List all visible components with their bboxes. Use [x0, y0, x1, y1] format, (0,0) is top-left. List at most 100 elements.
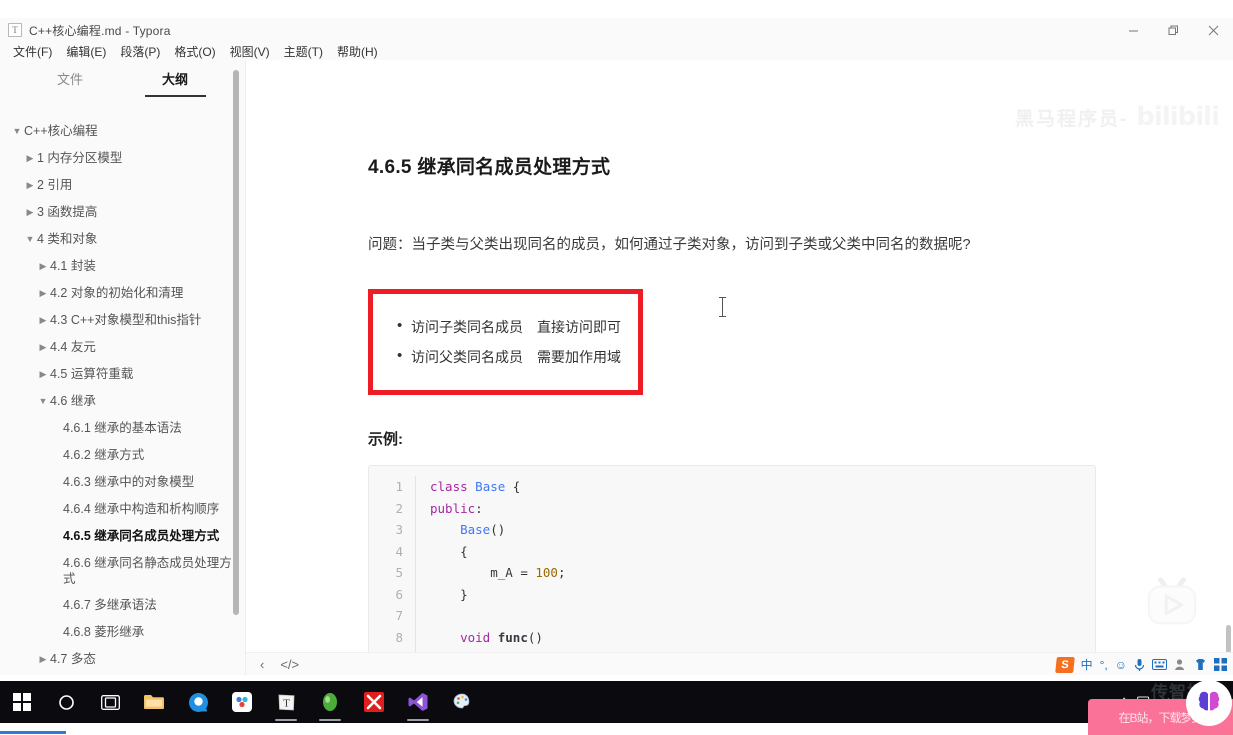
menu-theme[interactable]: 主题(T) — [277, 42, 330, 61]
code-line-number: 5 — [395, 565, 403, 581]
outline-item[interactable]: ▼ C++核心编程 — [0, 118, 246, 145]
outline-item[interactable]: ▶4.6.7 多继承语法 — [0, 592, 246, 619]
outline-item[interactable]: ▶ 3 函数提高 — [0, 199, 246, 226]
minimize-button[interactable] — [1113, 18, 1153, 42]
outline-item[interactable]: ▶4.6.4 继承中构造和析构顺序 — [0, 496, 246, 523]
code-line-number: 4 — [395, 543, 403, 559]
code-line: 5 m_A = 100; — [369, 562, 1095, 584]
chevron-right-icon[interactable]: ▶ — [23, 150, 37, 167]
outline-item[interactable]: ▶4.6.6 继承同名静态成员处理方式 — [0, 550, 246, 592]
menu-file[interactable]: 文件(F) — [6, 42, 59, 61]
chevron-right-icon[interactable]: ▶ — [36, 339, 50, 356]
sogou-logo-icon[interactable]: S — [1054, 656, 1075, 673]
outline-item[interactable]: ▼ 4 类和对象 — [0, 226, 246, 253]
outline-item[interactable]: ▶ 4.2 对象的初始化和清理 — [0, 280, 246, 307]
tab-outline[interactable]: 大纲 — [123, 69, 228, 97]
code-line-text: { — [415, 540, 1095, 563]
outline-item[interactable]: ▶5 文件操作 — [0, 673, 246, 675]
outline-item-label: C++核心编程 — [24, 124, 98, 138]
ime-keyboard-icon[interactable] — [1152, 659, 1167, 670]
code-line-number: 8 — [395, 629, 403, 645]
paint-app-icon[interactable] — [440, 681, 484, 723]
page-title: 4.6.5 继承同名成员处理方式 — [368, 157, 611, 178]
outline-item[interactable]: ▶4.6.2 继承方式 — [0, 442, 246, 469]
chevron-right-icon[interactable]: ▶ — [23, 204, 37, 221]
title-bar: T C++核心编程.md - Typora — [0, 18, 1233, 42]
chevron-right-icon[interactable]: ▶ — [36, 258, 50, 275]
outline-item[interactable]: ▶4.6.8 菱形继承 — [0, 619, 246, 646]
menu-format[interactable]: 格式(O) — [167, 42, 222, 61]
code-line-text: public: — [415, 497, 1095, 520]
outline-item[interactable]: ▼ 4.6 继承 — [0, 388, 246, 415]
ime-menu-grid-icon[interactable] — [1214, 658, 1227, 671]
ime-skin-icon[interactable] — [1194, 658, 1207, 671]
code-line-number: 2 — [395, 500, 403, 516]
brain-badge-icon[interactable] — [1186, 680, 1232, 726]
outline-item[interactable]: ▶ 4.7 多态 — [0, 646, 246, 673]
outline-item[interactable]: ▶ 1 内存分区模型 — [0, 145, 246, 172]
window-title: C++核心编程.md - Typora — [29, 23, 171, 38]
navicat-icon[interactable] — [308, 681, 352, 723]
outline-item[interactable]: ▶4.6.1 继承的基本语法 — [0, 415, 246, 442]
chevron-right-icon[interactable]: ▶ — [36, 312, 50, 329]
highlight-list: 访问子类同名成员 直接访问即可 访问父类同名成员 需要加作用域 — [373, 311, 638, 372]
ime-mic-icon[interactable] — [1134, 658, 1145, 672]
chevron-right-icon[interactable]: ▶ — [36, 366, 50, 383]
source-code-icon[interactable]: </> — [272, 657, 307, 672]
visual-studio-icon[interactable] — [396, 681, 440, 723]
chevron-right-icon[interactable]: ▶ — [23, 177, 37, 194]
ime-emoji-icon[interactable]: ☺ — [1115, 658, 1127, 672]
outline-item[interactable]: ▶4.6.5 继承同名成员处理方式 — [0, 523, 246, 550]
code-line-text: m_A = 100; — [415, 562, 1095, 584]
outline-item[interactable]: ▶ 2 引用 — [0, 172, 246, 199]
sidebar-scrollbar[interactable] — [233, 70, 239, 615]
outline-item[interactable]: ▶ 4.3 C++对象模型和this指针 — [0, 307, 246, 334]
typora-taskbar-icon[interactable]: T — [264, 681, 308, 723]
outline-item-label: 4.6.8 菱形继承 — [63, 625, 145, 639]
outline-item[interactable]: ▶ 4.4 友元 — [0, 334, 246, 361]
search-button[interactable] — [44, 681, 88, 723]
task-view-button[interactable] — [88, 681, 132, 723]
outline-item-label: 4.6.3 继承中的对象模型 — [63, 475, 195, 489]
close-button[interactable] — [1193, 18, 1233, 42]
outline-item[interactable]: ▶4.6.3 继承中的对象模型 — [0, 469, 246, 496]
typora-window: T C++核心编程.md - Typora 文件(F) 编辑(E) 段落(P) … — [0, 0, 1233, 735]
chevron-down-icon[interactable]: ▼ — [10, 123, 24, 140]
qq-browser-icon[interactable] — [176, 681, 220, 723]
chevron-down-icon[interactable]: ▼ — [36, 393, 50, 410]
code-line-text: } — [415, 583, 1095, 606]
menu-help[interactable]: 帮助(H) — [330, 42, 385, 61]
restore-button[interactable] — [1153, 18, 1193, 42]
chevron-down-icon[interactable]: ▼ — [23, 231, 37, 248]
code-line-text: class Base { — [415, 476, 1095, 498]
chevron-right-icon[interactable]: ▶ — [36, 285, 50, 302]
ime-mode-icon[interactable]: 中 — [1081, 658, 1093, 672]
chevron-right-icon[interactable]: ▶ — [36, 651, 50, 668]
window-top-strip — [0, 0, 1233, 18]
editor-pane[interactable]: 4.6.5 继承同名成员处理方式 问题：当子类与父类出现同名的成员，如何通过子类… — [246, 60, 1233, 675]
outline-item-label: 4.4 友元 — [50, 340, 96, 354]
xmind-icon[interactable] — [352, 681, 396, 723]
outline-item[interactable]: ▶ 4.5 运算符重载 — [0, 361, 246, 388]
ime-punctuation-icon[interactable]: °, — [1100, 658, 1108, 672]
question-paragraph: 问题：当子类与父类出现同名的成员，如何通过子类对象，访问到子类或父类中同名的数据… — [368, 237, 971, 253]
workspace: 文件 大纲 ▼ C++核心编程 ▶ 1 内存分区模型 ▶ 2 引用 ▶ 3 函数提高 ▼ 4 类和… — [0, 60, 1233, 675]
start-button[interactable] — [0, 681, 44, 723]
ime-user-icon[interactable] — [1174, 658, 1187, 671]
tab-files[interactable]: 文件 — [18, 69, 123, 97]
outline-item-label: 2 引用 — [37, 178, 73, 192]
code-block[interactable]: 1 class Base {2 public: 3 Base() 4 {5 m_A = … — [368, 465, 1096, 675]
baidu-netdisk-icon[interactable] — [220, 681, 264, 723]
back-icon[interactable]: ‹ — [252, 657, 272, 672]
sidebar-tabs: 文件 大纲 — [0, 60, 245, 97]
file-explorer-icon[interactable] — [132, 681, 176, 723]
highlight-box: 访问子类同名成员 直接访问即可 访问父类同名成员 需要加作用域 — [368, 289, 643, 396]
outline-item-label: 4.3 C++对象模型和this指针 — [50, 313, 202, 327]
code-line-number: 1 — [395, 479, 403, 495]
outline-list[interactable]: ▼ C++核心编程 ▶ 1 内存分区模型 ▶ 2 引用 ▶ 3 函数提高 ▼ 4 类和对象 ▶ 4.1… — [0, 110, 246, 675]
outline-item[interactable]: ▶ 4.1 封装 — [0, 253, 246, 280]
menu-paragraph[interactable]: 段落(P) — [113, 42, 167, 61]
menu-view[interactable]: 视图(V) — [223, 42, 277, 61]
code-line-text: Base() — [415, 519, 1095, 541]
menu-edit[interactable]: 编辑(E) — [59, 42, 113, 61]
